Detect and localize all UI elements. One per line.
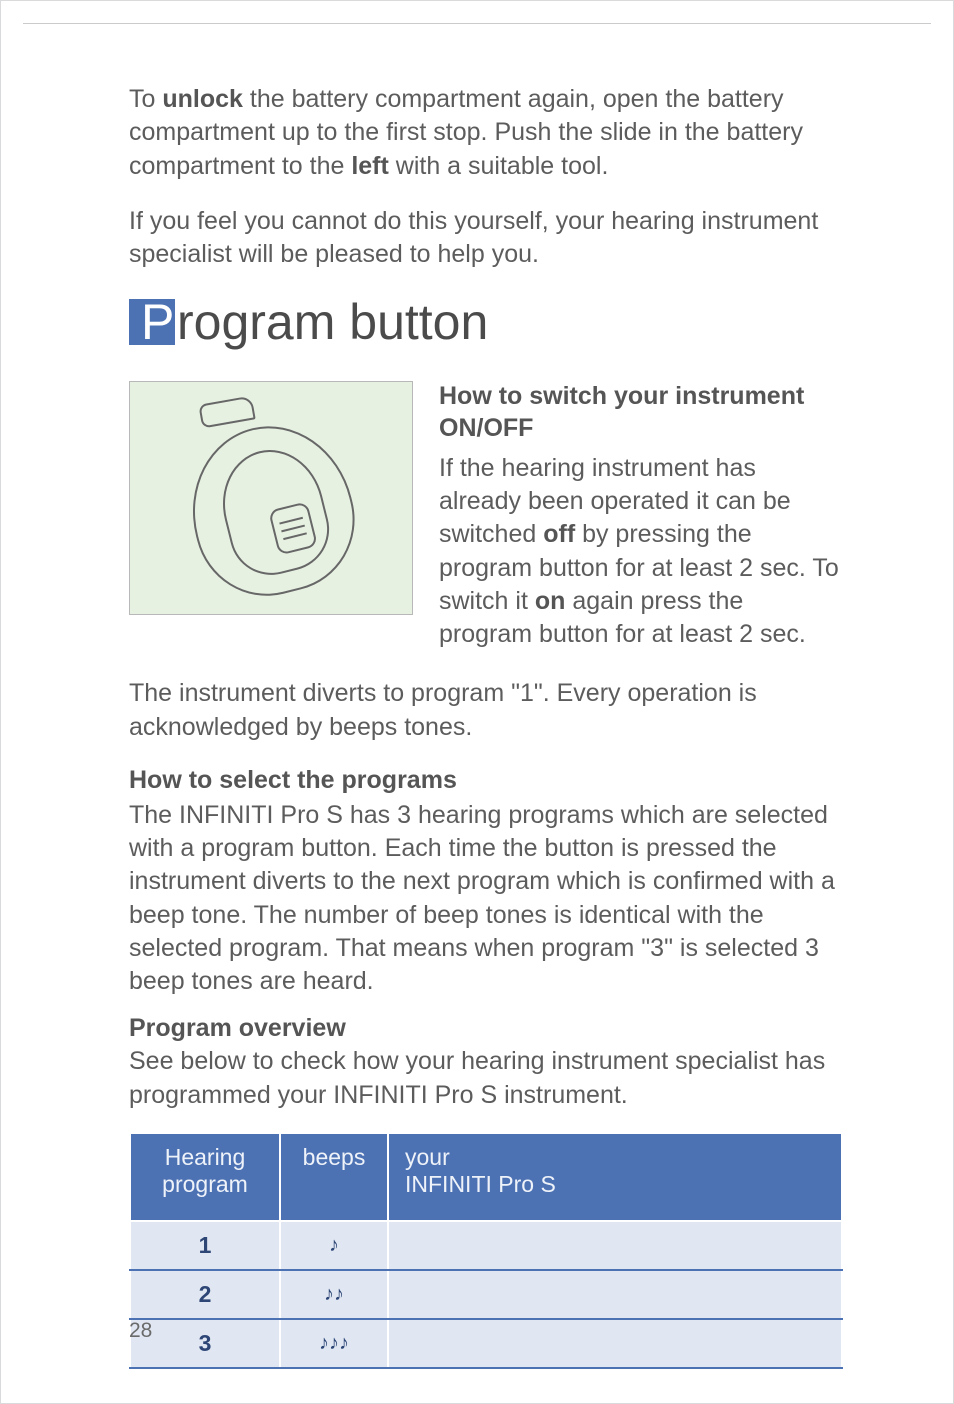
device-illustration xyxy=(129,381,413,615)
cell-user-value xyxy=(388,1221,842,1270)
table-row: 3 ♪♪♪ xyxy=(130,1319,842,1368)
bold-off: off xyxy=(543,520,575,548)
th-beeps: beeps xyxy=(280,1133,388,1221)
page-number: 28 xyxy=(129,1319,152,1343)
onoff-text: How to switch your instrument ON/OFF If … xyxy=(439,381,843,651)
heading-first-char: P xyxy=(135,293,185,351)
table-row: 1 ♪ xyxy=(130,1221,842,1270)
bold-left: left xyxy=(351,152,389,180)
device-inner-icon xyxy=(211,439,338,584)
document-page: To unlock the battery compartment again,… xyxy=(0,0,954,1404)
divert-para: The instrument diverts to program "1". E… xyxy=(129,677,843,744)
cell-beeps: ♪♪♪ xyxy=(280,1319,388,1368)
heading-rest: rogram button xyxy=(177,294,488,350)
cell-program-num: 1 xyxy=(130,1221,280,1270)
device-tab-icon xyxy=(198,396,255,429)
text: your xyxy=(405,1144,450,1170)
cell-user-value xyxy=(388,1270,842,1319)
select-body: The INFINITI Pro S has 3 hearing program… xyxy=(129,799,843,999)
cell-beeps: ♪♪ xyxy=(280,1270,388,1319)
text: INFINITI Pro S xyxy=(405,1171,556,1197)
th-hearing-program: Hearing program xyxy=(130,1133,280,1221)
text: program xyxy=(162,1171,248,1197)
cell-program-num: 3 xyxy=(130,1319,280,1368)
select-title: How to select the programs xyxy=(129,766,843,795)
device-body-icon xyxy=(174,409,370,611)
cell-beeps: ♪ xyxy=(280,1221,388,1270)
cell-program-num: 2 xyxy=(130,1270,280,1319)
top-rule xyxy=(23,23,931,24)
cell-user-value xyxy=(388,1319,842,1368)
bold-unlock: unlock xyxy=(162,85,243,113)
device-button-icon xyxy=(268,502,318,556)
intro-para-1: To unlock the battery compartment again,… xyxy=(129,83,843,183)
overview-title: Program overview xyxy=(129,1014,843,1043)
table-header-row: Hearing program beeps your INFINITI Pro … xyxy=(130,1133,842,1221)
section-heading: Program button xyxy=(135,293,488,351)
intro-para-2: If you feel you cannot do this yourself,… xyxy=(129,205,843,272)
th-your-device: your INFINITI Pro S xyxy=(388,1133,842,1221)
text: To xyxy=(129,85,162,113)
text: with a suitable tool. xyxy=(389,152,609,180)
bold-on: on xyxy=(535,587,566,615)
table-row: 2 ♪♪ xyxy=(130,1270,842,1319)
onoff-body: If the hearing instrument has already be… xyxy=(439,452,843,652)
text: Hearing xyxy=(165,1144,246,1170)
overview-body: See below to check how your hearing inst… xyxy=(129,1045,843,1112)
section-heading-wrap: Program button xyxy=(129,293,843,351)
program-table: Hearing program beeps your INFINITI Pro … xyxy=(129,1132,843,1369)
image-text-row: How to switch your instrument ON/OFF If … xyxy=(129,381,843,651)
onoff-title: How to switch your instrument ON/OFF xyxy=(439,381,843,444)
